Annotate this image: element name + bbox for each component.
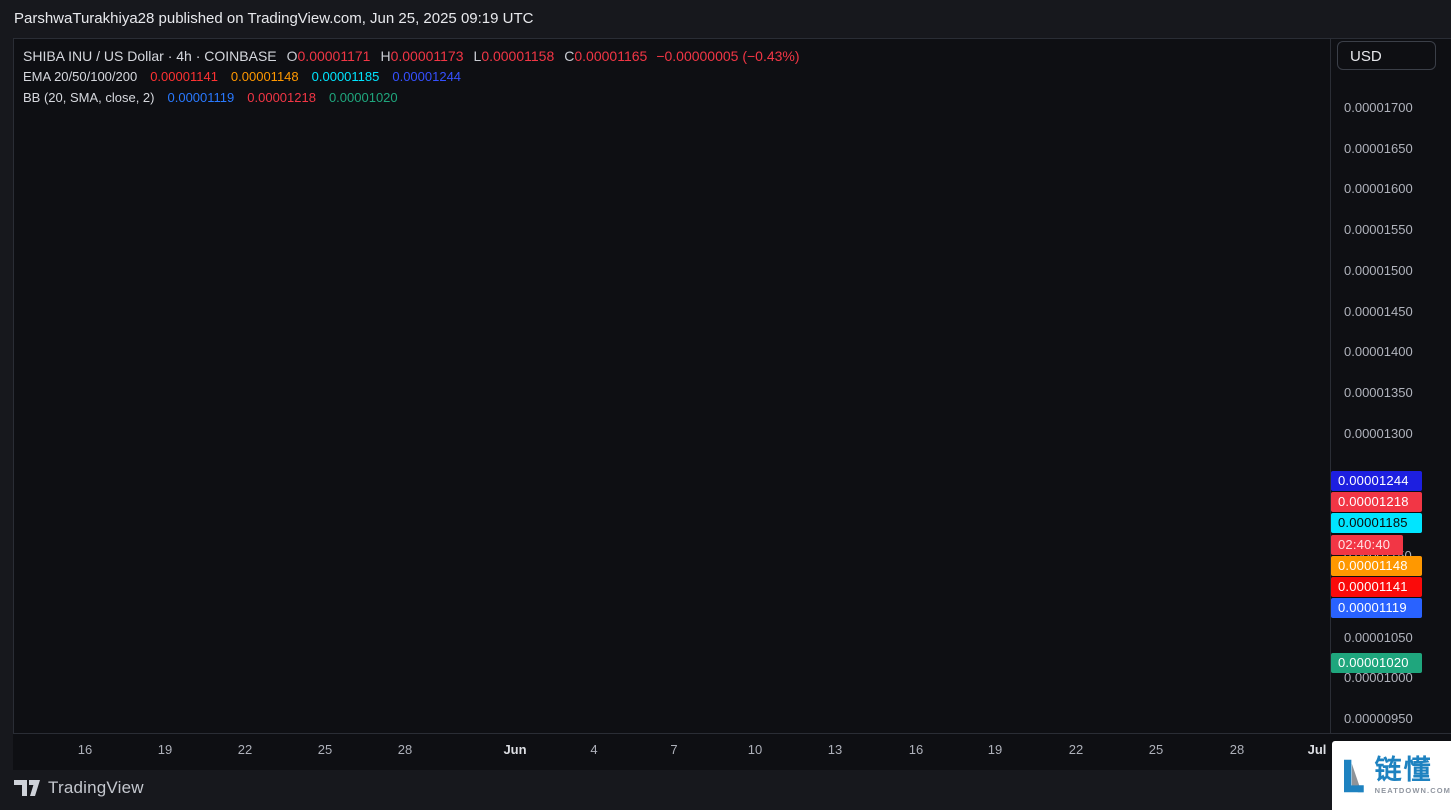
chart-pane[interactable]: SHIBA INU / US Dollar · 4h · COINBASE O0…: [13, 38, 1330, 733]
price-level-chip: 0.00001119: [1331, 598, 1422, 618]
bar-countdown-chip: 02:40:40: [1331, 535, 1403, 555]
bb-value: 0.00001020: [329, 90, 398, 105]
time-tick-label: 4: [590, 742, 597, 757]
symbol-title[interactable]: SHIBA INU / US Dollar · 4h · COINBASE: [23, 48, 277, 64]
neatdown-watermark: 链懂 NEATDOWN.COM: [1332, 741, 1451, 810]
price-tick-label: 0.00001300: [1344, 426, 1413, 442]
chart-legend: SHIBA INU / US Dollar · 4h · COINBASE O0…: [23, 45, 800, 108]
price-tick-label: 0.00001500: [1344, 263, 1413, 279]
tradingview-icon: [14, 780, 41, 797]
time-tick-label: 16: [909, 742, 923, 757]
tradingview-snapshot: ParshwaTurakhiya28 published on TradingV…: [0, 0, 1451, 810]
time-tick-label: 7: [670, 742, 677, 757]
currency-toggle-button[interactable]: USD: [1337, 41, 1436, 70]
ema-value: 0.00001141: [150, 69, 218, 84]
price-tick-label: 0.00001550: [1344, 222, 1413, 238]
time-tick-label: 19: [988, 742, 1002, 757]
price-level-chip: 0.00001148: [1331, 556, 1422, 576]
watermark-site-text: NEATDOWN.COM: [1375, 786, 1451, 795]
tradingview-logo-link[interactable]: TradingView: [14, 778, 144, 798]
bb-label[interactable]: BB (20, SMA, close, 2): [23, 90, 155, 105]
time-tick-label: 13: [828, 742, 842, 757]
ema-value: 0.00001185: [312, 69, 380, 84]
price-level-chip: 0.00001020: [1331, 653, 1422, 673]
bb-value: 0.00001119: [168, 90, 235, 105]
ohlc-letter: H: [380, 48, 390, 64]
ema-label[interactable]: EMA 20/50/100/200: [23, 69, 137, 84]
ohlc-letter: O: [287, 48, 298, 64]
symbol-legend-row[interactable]: SHIBA INU / US Dollar · 4h · COINBASE O0…: [23, 45, 800, 66]
price-tick-label: 0.00000950: [1344, 711, 1413, 727]
footer-bar: TradingView: [0, 770, 1451, 810]
publish-text: ParshwaTurakhiya28 published on TradingV…: [14, 10, 533, 27]
time-tick-label: 25: [318, 742, 332, 757]
time-tick-label: 16: [78, 742, 92, 757]
price-tick-label: 0.00001400: [1344, 344, 1413, 360]
ohlc-letter: L: [474, 48, 482, 64]
ohlc-value: 0.00001173: [391, 48, 464, 64]
price-tick-label: 0.00001650: [1344, 141, 1413, 157]
price-tick-label: 0.00001050: [1344, 630, 1413, 646]
ohlc-value: 0.00001171: [298, 48, 371, 64]
price-level-chip: 0.00001185: [1331, 513, 1422, 533]
neatdown-logo-icon: [1344, 747, 1366, 805]
time-tick-label: Jul: [1308, 742, 1327, 757]
price-level-chip: 0.00001218: [1331, 492, 1422, 512]
price-level-chip: 0.00001244: [1331, 471, 1422, 491]
publish-bar: ParshwaTurakhiya28 published on TradingV…: [0, 0, 1451, 38]
price-level-chip: 0.00001141: [1331, 577, 1422, 597]
change-value: −0.00000005 (−0.43%): [656, 48, 799, 64]
price-tick-label: 0.00001450: [1344, 304, 1413, 320]
tradingview-brand-text: TradingView: [48, 778, 144, 798]
bb-values: 0.00001119 0.00001218 0.00001020: [155, 90, 398, 105]
time-tick-label: 25: [1149, 742, 1163, 757]
price-tick-label: 0.00001700: [1344, 100, 1413, 116]
time-axis[interactable]: 16 19 22 25 28 Jun 4 7 10 13 16 19 22 25 28 Jul: [13, 733, 1451, 770]
ema-value: 0.00001148: [231, 69, 299, 84]
time-tick-label: 28: [398, 742, 412, 757]
bb-legend-row[interactable]: BB (20, SMA, close, 2) 0.000011190.00001…: [23, 87, 800, 108]
ohlc-value: 0.00001165: [574, 48, 647, 64]
ohlc-letter: C: [564, 48, 574, 64]
price-tick-label: 0.00001350: [1344, 385, 1413, 401]
ema-values: 0.00001141 0.00001148 0.00001185 0.00001244: [137, 69, 461, 84]
price-axis[interactable]: USD 0.00001700 0.00001650 0.00001600 0.0000…: [1330, 38, 1451, 733]
time-tick-label: 22: [238, 742, 252, 757]
time-tick-label: 19: [158, 742, 172, 757]
price-chart-canvas[interactable]: [14, 39, 1331, 734]
time-tick-label: 28: [1230, 742, 1244, 757]
time-tick-label: 22: [1069, 742, 1083, 757]
ohlc-values: O0.00001171 H0.00001173 L0.00001158 C0.0000…: [277, 48, 648, 64]
ohlc-value: 0.00001158: [481, 48, 554, 64]
price-tick-label: 0.00001600: [1344, 181, 1413, 197]
time-tick-label: 10: [748, 742, 762, 757]
ema-value: 0.00001244: [392, 69, 461, 84]
watermark-cn-text: 链懂: [1375, 757, 1451, 783]
bb-value: 0.00001218: [247, 90, 316, 105]
ema-legend-row[interactable]: EMA 20/50/100/200 0.000011410.000011480.…: [23, 66, 800, 87]
time-tick-label: Jun: [503, 742, 526, 757]
